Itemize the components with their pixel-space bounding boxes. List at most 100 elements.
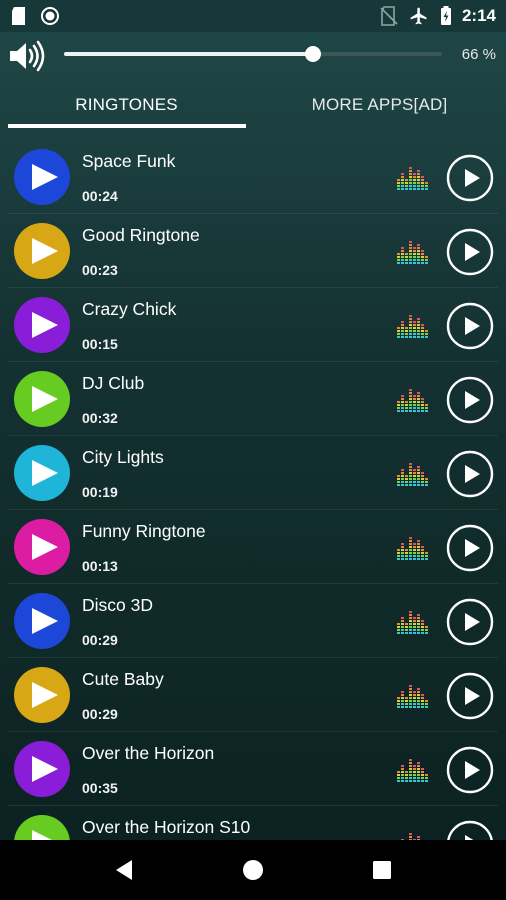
ringtone-play-avatar[interactable]: [14, 667, 70, 723]
play-button[interactable]: [446, 376, 494, 424]
play-triangle-icon: [14, 741, 70, 797]
play-button[interactable]: [446, 820, 494, 840]
play-triangle-icon: [14, 593, 70, 649]
active-tab-indicator: [8, 124, 246, 128]
equalizer-icon: [401, 833, 420, 840]
play-circle-icon: [446, 746, 494, 794]
play-button[interactable]: [446, 524, 494, 572]
ringtone-row[interactable]: Space Funk 00:24: [0, 140, 506, 214]
no-sim-icon: [380, 6, 398, 26]
equalizer-icon: [397, 611, 428, 634]
ringtone-duration: 00:13: [82, 558, 118, 574]
play-triangle-icon: [14, 667, 70, 723]
equalizer-icon: [397, 685, 428, 708]
volume-percent: 66 %: [461, 46, 496, 63]
play-triangle-icon: [14, 223, 70, 279]
ringtone-row[interactable]: Cute Baby 00:29: [0, 658, 506, 732]
play-button[interactable]: [446, 598, 494, 646]
equalizer-icon: [397, 315, 428, 338]
ringtone-duration: 00:23: [82, 262, 118, 278]
play-button[interactable]: [446, 450, 494, 498]
play-circle-icon: [446, 302, 494, 350]
ringtone-row[interactable]: Over the Horizon 00:35: [0, 732, 506, 806]
record-icon: [41, 7, 59, 25]
play-button[interactable]: [446, 228, 494, 276]
play-circle-icon: [446, 228, 494, 276]
play-button[interactable]: [446, 154, 494, 202]
play-circle-icon: [446, 376, 494, 424]
ringtone-title: Space Funk: [82, 151, 176, 171]
ringtone-play-avatar[interactable]: [14, 815, 70, 840]
ringtone-duration: 00:29: [82, 706, 118, 722]
ringtone-title: Cute Baby: [82, 669, 164, 689]
speaker-icon[interactable]: [8, 40, 46, 72]
airplane-icon: [410, 7, 427, 25]
navigation-bar: [0, 840, 506, 900]
battery-charging-icon: [440, 6, 451, 25]
ringtone-row[interactable]: Good Ringtone 00:23: [0, 214, 506, 288]
recents-icon[interactable]: [362, 850, 402, 890]
ringtone-play-avatar[interactable]: [14, 149, 70, 205]
volume-slider[interactable]: [64, 46, 442, 62]
play-circle-icon: [446, 672, 494, 720]
ringtone-play-avatar[interactable]: [14, 445, 70, 501]
play-circle-icon: [446, 598, 494, 646]
ringtone-duration: 00:15: [82, 336, 118, 352]
ringtone-list: Space Funk 00:24 Good Ringtone 00:23 Crazy C…: [0, 140, 506, 840]
play-circle-icon: [446, 154, 494, 202]
equalizer-icon: [397, 537, 428, 560]
ringtone-row[interactable]: DJ Club 00:32: [0, 362, 506, 436]
ringtone-play-avatar[interactable]: [14, 593, 70, 649]
play-triangle-icon: [14, 815, 70, 840]
ringtone-play-avatar[interactable]: [14, 519, 70, 575]
play-button[interactable]: [446, 672, 494, 720]
volume-bar: 66 %: [0, 32, 506, 78]
equalizer-icon: [397, 241, 428, 264]
volume-slider-thumb[interactable]: [305, 46, 322, 62]
sd-card-icon: [12, 7, 25, 25]
play-button[interactable]: [446, 746, 494, 794]
play-triangle-icon: [14, 371, 70, 427]
equalizer-icon: [397, 759, 428, 782]
status-bar: 2:14: [0, 0, 506, 32]
ringtone-title: Good Ringtone: [82, 225, 200, 245]
ringtone-play-avatar[interactable]: [14, 297, 70, 353]
ringtone-title: Funny Ringtone: [82, 521, 206, 541]
ringtone-duration: 00:19: [82, 484, 118, 500]
ringtone-play-avatar[interactable]: [14, 741, 70, 797]
ringtone-duration: 00:32: [82, 410, 118, 426]
ringtone-row[interactable]: Crazy Chick 00:15: [0, 288, 506, 362]
ringtone-title: DJ Club: [82, 373, 145, 393]
ringtone-title: City Lights: [82, 447, 164, 467]
play-circle-icon: [446, 450, 494, 498]
tab-more-apps[interactable]: MORE APPS[AD]: [253, 78, 506, 132]
play-circle-icon: [446, 524, 494, 572]
play-triangle-icon: [14, 297, 70, 353]
ringtone-duration: 00:29: [82, 632, 118, 648]
ringtone-title: Over the Horizon: [82, 743, 215, 763]
ringtone-play-avatar[interactable]: [14, 223, 70, 279]
ringtone-title: Over the Horizon S10: [82, 817, 251, 837]
play-circle-icon: [447, 820, 493, 840]
ringtone-title: Crazy Chick: [82, 299, 177, 319]
equalizer-icon: [397, 167, 428, 190]
play-triangle-icon: [14, 519, 70, 575]
play-triangle-icon: [14, 149, 70, 205]
ringtone-row[interactable]: Disco 3D 00:29: [0, 584, 506, 658]
ringtone-row[interactable]: Over the Horizon S10: [0, 806, 506, 840]
play-triangle-icon: [14, 445, 70, 501]
ringtone-app: 66 % RINGTONES MORE APPS[AD] Space Funk 0…: [0, 32, 506, 840]
ringtone-title: Disco 3D: [82, 595, 153, 615]
home-icon[interactable]: [233, 850, 273, 890]
play-button[interactable]: [446, 302, 494, 350]
back-icon[interactable]: [104, 850, 144, 890]
equalizer-icon: [397, 463, 428, 486]
ringtone-duration: 00:24: [82, 188, 118, 204]
status-clock: 2:14: [461, 6, 496, 25]
ringtone-row[interactable]: City Lights 00:19: [0, 436, 506, 510]
ringtone-duration: 00:35: [82, 780, 118, 796]
ringtone-play-avatar[interactable]: [14, 371, 70, 427]
volume-slider-fill: [64, 52, 314, 56]
equalizer-icon: [397, 389, 428, 412]
ringtone-row[interactable]: Funny Ringtone 00:13: [0, 510, 506, 584]
